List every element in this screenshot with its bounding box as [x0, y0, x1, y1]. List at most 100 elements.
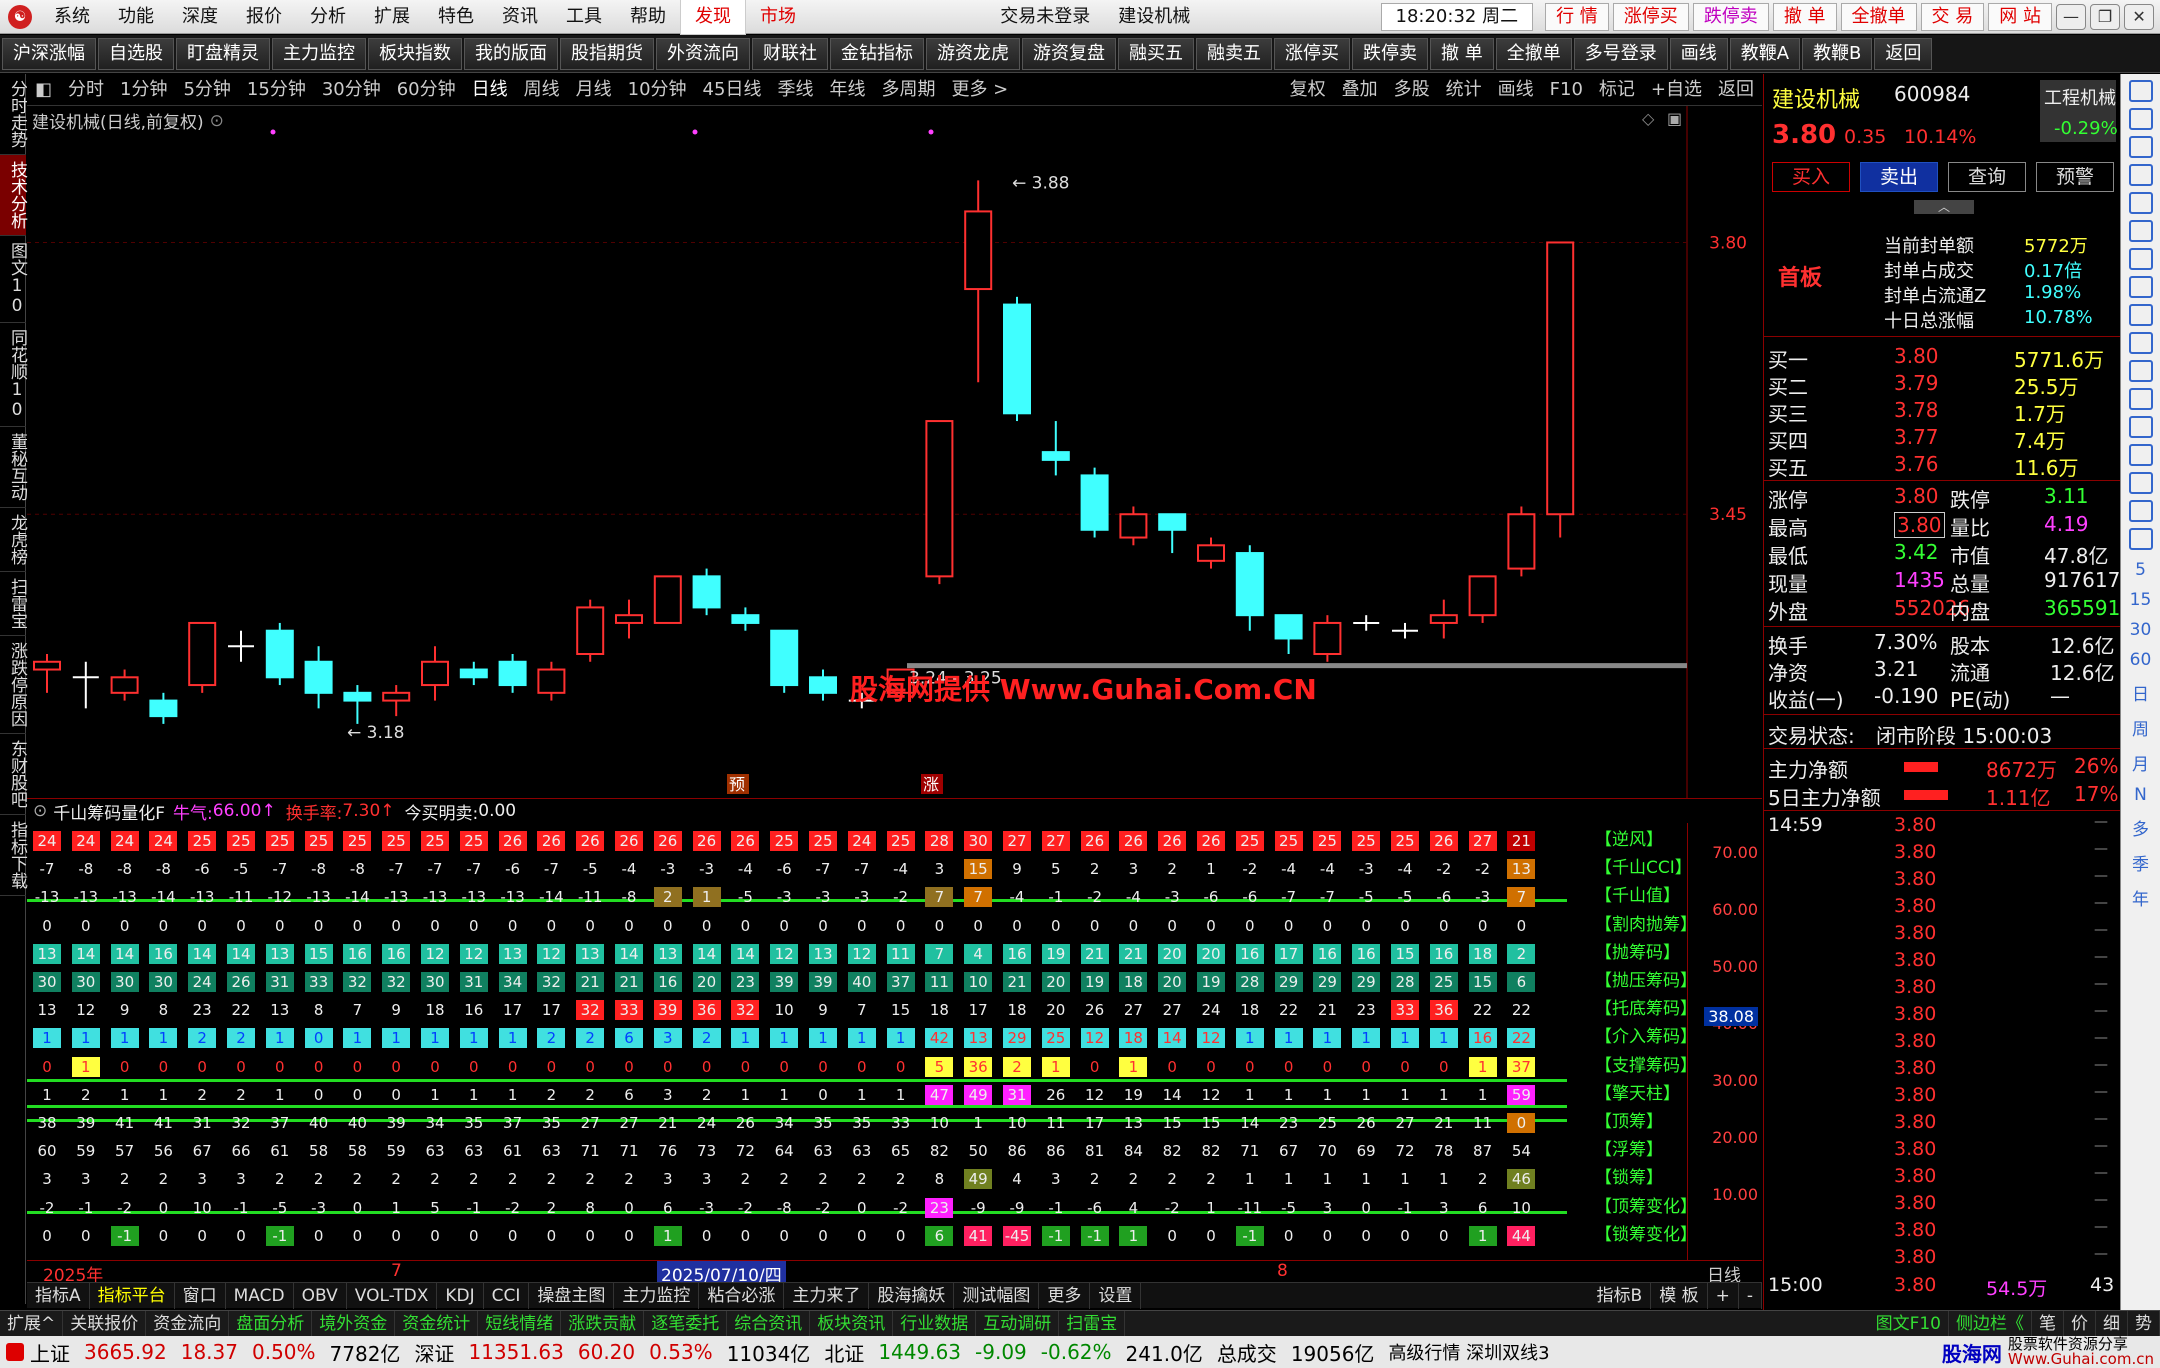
indicator-tab[interactable]: CCI — [484, 1282, 530, 1309]
period-shortcut[interactable]: 季 — [2121, 850, 2160, 875]
period-shortcut[interactable]: 周 — [2121, 715, 2160, 740]
indicator-tab[interactable]: MACD — [226, 1282, 294, 1309]
indicator-row-label[interactable]: 【抛压筹码】 — [1595, 966, 1697, 991]
menu-item[interactable]: 扩展 — [360, 0, 424, 34]
toolbar-button[interactable]: 游资龙虎 — [926, 37, 1020, 70]
toolbar-button[interactable]: 多号登录 — [1573, 37, 1668, 70]
left-tab[interactable]: 指标下载 — [0, 815, 27, 896]
globe-icon[interactable] — [2128, 472, 2153, 494]
footer-link[interactable]: 涨跌贡献 — [561, 1310, 645, 1337]
chart-tool[interactable]: 叠加 — [1334, 74, 1386, 106]
indicator-tab[interactable]: 指标A — [27, 1282, 90, 1309]
trade-button[interactable]: 行 情 — [1545, 2, 1609, 31]
quote-source-tag[interactable]: 高级行情 深圳双线3 — [1388, 1339, 1549, 1365]
trade-button[interactable]: 全撤单 — [1840, 2, 1917, 31]
indicator-row-label[interactable]: 【锁筹】 — [1595, 1163, 1663, 1188]
indicator-tab[interactable]: 测试幅图 — [954, 1282, 1040, 1309]
quote-action-button[interactable]: 买入 — [1772, 162, 1850, 192]
footer-link[interactable]: 行业数据 — [893, 1310, 977, 1337]
indicator-tab-right[interactable]: 模 板 — [1651, 1282, 1708, 1309]
left-tab[interactable]: 扫雷宝 — [0, 572, 27, 636]
indicator-name[interactable]: 千山筹码量化F — [53, 799, 165, 824]
chart-tool[interactable]: +自选 — [1643, 74, 1710, 106]
indicator-row-label[interactable]: 【介入筹码】 — [1595, 1022, 1697, 1047]
footer-link[interactable]: 扫雷宝 — [1059, 1310, 1126, 1337]
chart-icon[interactable] — [2128, 220, 2153, 242]
footer-link[interactable]: 资金流向 — [146, 1310, 230, 1337]
menu-item[interactable]: 工具 — [552, 0, 616, 34]
toolbar-button[interactable]: 盯盘精灵 — [176, 37, 270, 70]
footer-link[interactable]: 短线情绪 — [478, 1310, 562, 1337]
left-tab[interactable]: 同花顺10 — [0, 323, 27, 427]
footer-link-right[interactable]: 笔 — [2032, 1310, 2064, 1337]
indicator-row-label[interactable]: 【擎天柱】 — [1595, 1079, 1680, 1104]
toolbar-button[interactable]: 自选股 — [98, 37, 174, 70]
toolbar-button[interactable]: 教鞭A — [1729, 37, 1801, 70]
menu-item[interactable]: 报价 — [232, 0, 296, 34]
period-tab[interactable]: 多周期 — [873, 74, 943, 106]
rsi-icon[interactable] — [2128, 500, 2153, 522]
footer-link[interactable]: 关联报价 — [63, 1310, 147, 1337]
period-tab[interactable]: 5分钟 — [175, 74, 238, 106]
indicator-row-label[interactable]: 【顶筹】 — [1595, 1107, 1663, 1132]
footer-link[interactable]: 境外资金 — [312, 1310, 396, 1337]
collapse-icon[interactable]: ︿ — [1914, 200, 1974, 214]
left-tab[interactable]: 涨跌停原因 — [0, 636, 27, 734]
f10-icon[interactable] — [2128, 164, 2153, 186]
indicator-row-label[interactable]: 【千山CCI】 — [1595, 853, 1692, 878]
toolbar-button[interactable]: 股指期货 — [560, 37, 654, 70]
footer-link-right[interactable]: 图文F10 — [1869, 1310, 1949, 1337]
footer-link-right[interactable]: 细 — [2096, 1310, 2128, 1337]
indicator-row-label[interactable]: 【抛筹码】 — [1595, 938, 1680, 963]
footer-link[interactable]: 综合资讯 — [727, 1310, 811, 1337]
menu-item[interactable]: 分析 — [296, 0, 360, 34]
arrow-left-icon[interactable] — [2128, 80, 2153, 102]
period-tab[interactable]: 分时 — [60, 74, 112, 106]
toolbar-button[interactable]: 教鞭B — [1802, 37, 1873, 70]
chart-info-icon[interactable]: ⊙ — [210, 111, 224, 131]
indicator-toggle-icon[interactable]: ⊙ — [33, 801, 47, 821]
left-tab[interactable]: 东财股吧 — [0, 734, 27, 815]
period-shortcut[interactable]: N — [2121, 785, 2160, 805]
toolbar-button[interactable]: 外资流向 — [656, 37, 750, 70]
footer-link[interactable]: 互动调研 — [976, 1310, 1060, 1337]
toolbar-button[interactable]: 跌停卖 — [1352, 37, 1428, 70]
period-tab[interactable]: 年线 — [821, 74, 873, 106]
period-shortcut[interactable]: 5 — [2121, 560, 2160, 580]
toolbar-button[interactable]: 主力监控 — [272, 37, 366, 70]
fx-icon[interactable] — [2128, 444, 2153, 466]
panel-toggle-icon[interactable]: ◧ — [27, 74, 60, 106]
footer-link[interactable]: 盘面分析 — [229, 1310, 313, 1337]
toolbar-button[interactable]: 板块指数 — [368, 37, 462, 70]
toolbar-button[interactable]: 金钻指标 — [830, 37, 924, 70]
f12-icon[interactable] — [2128, 416, 2153, 438]
trade-button[interactable]: 网 站 — [1988, 2, 2053, 31]
calendar-icon[interactable] — [2128, 332, 2153, 354]
period-tab[interactable]: 30分钟 — [314, 74, 389, 106]
footer-link[interactable]: 逐笔委托 — [644, 1310, 728, 1337]
menu-item[interactable]: 特色 — [424, 0, 488, 34]
period-tab[interactable]: 10分钟 — [620, 74, 695, 106]
period-tab[interactable]: 45日线 — [695, 74, 770, 106]
menu-item[interactable]: 帮助 — [616, 0, 680, 34]
period-shortcut[interactable]: 60 — [2121, 650, 2160, 670]
menu-item[interactable]: 功能 — [104, 0, 168, 34]
toolbar-button[interactable]: 返回 — [1874, 37, 1933, 70]
chart-tool[interactable]: 多股 — [1386, 74, 1438, 106]
period-shortcut[interactable]: 多 — [2121, 815, 2160, 840]
footer-link-right[interactable]: 侧边栏《 — [1949, 1310, 2032, 1337]
toolbar-button[interactable]: 涨停买 — [1274, 37, 1350, 70]
indicator-tab[interactable]: 窗口 — [175, 1282, 226, 1309]
fund-icon[interactable] — [2128, 304, 2153, 326]
indicator-row-label[interactable]: 【千山值】 — [1595, 881, 1680, 906]
indicator-tab-right[interactable]: - — [1739, 1282, 1762, 1309]
list-icon[interactable] — [2128, 192, 2153, 214]
indicator-tab[interactable]: 设置 — [1090, 1282, 1142, 1309]
menu-market[interactable]: 市场 — [746, 0, 810, 34]
toolbar-button[interactable]: 融买五 — [1118, 37, 1194, 70]
period-shortcut[interactable]: 15 — [2121, 590, 2160, 610]
trade-button[interactable]: 交 易 — [1920, 2, 1985, 31]
news-icon[interactable] — [2128, 276, 2153, 298]
toolbar-button[interactable]: 融卖五 — [1196, 37, 1272, 70]
chart-tool[interactable]: 标记 — [1591, 74, 1643, 106]
